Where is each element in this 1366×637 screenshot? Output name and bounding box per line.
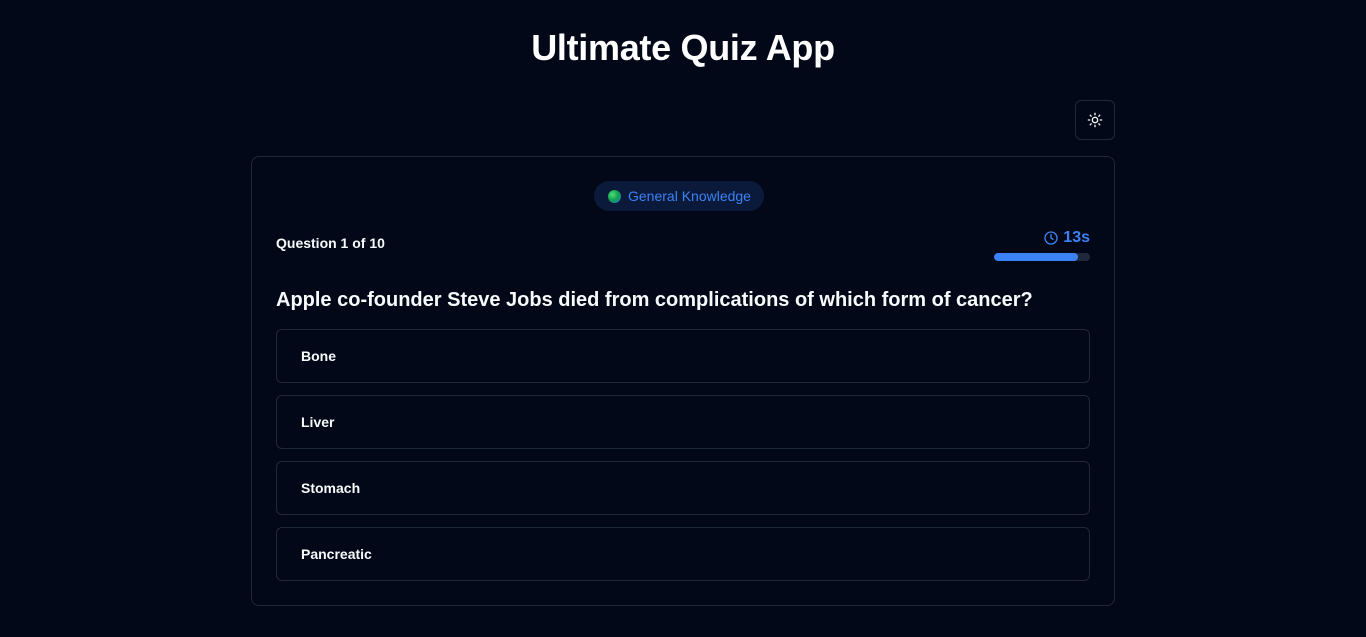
question-counter: Question 1 of 10	[276, 235, 385, 251]
sun-icon	[1087, 112, 1103, 128]
answer-options: Bone Liver Stomach Pancreatic	[276, 329, 1090, 593]
app-title: Ultimate Quiz App	[531, 27, 835, 68]
globe-icon	[608, 189, 621, 203]
timer-value: 13s	[1063, 229, 1090, 246]
timer-progress-fill	[994, 253, 1078, 261]
category-badge: General Knowledge	[594, 181, 764, 211]
timer-readout: 13s	[994, 229, 1090, 247]
answer-option[interactable]: Liver	[276, 395, 1090, 449]
quiz-card: General Knowledge Question 1 of 10 13s A…	[251, 156, 1115, 606]
answer-option[interactable]: Pancreatic	[276, 527, 1090, 581]
question-text: Apple co-founder Steve Jobs died from co…	[276, 289, 1033, 311]
timer: 13s	[994, 229, 1090, 261]
quiz-page: Ultimate Quiz App General Knowledge Ques…	[0, 0, 1366, 637]
theme-toggle-button[interactable]	[1075, 100, 1115, 140]
answer-option[interactable]: Stomach	[276, 461, 1090, 515]
category-label: General Knowledge	[628, 188, 751, 204]
clock-icon	[1044, 231, 1058, 245]
timer-progress-track	[994, 253, 1090, 261]
answer-option[interactable]: Bone	[276, 329, 1090, 383]
